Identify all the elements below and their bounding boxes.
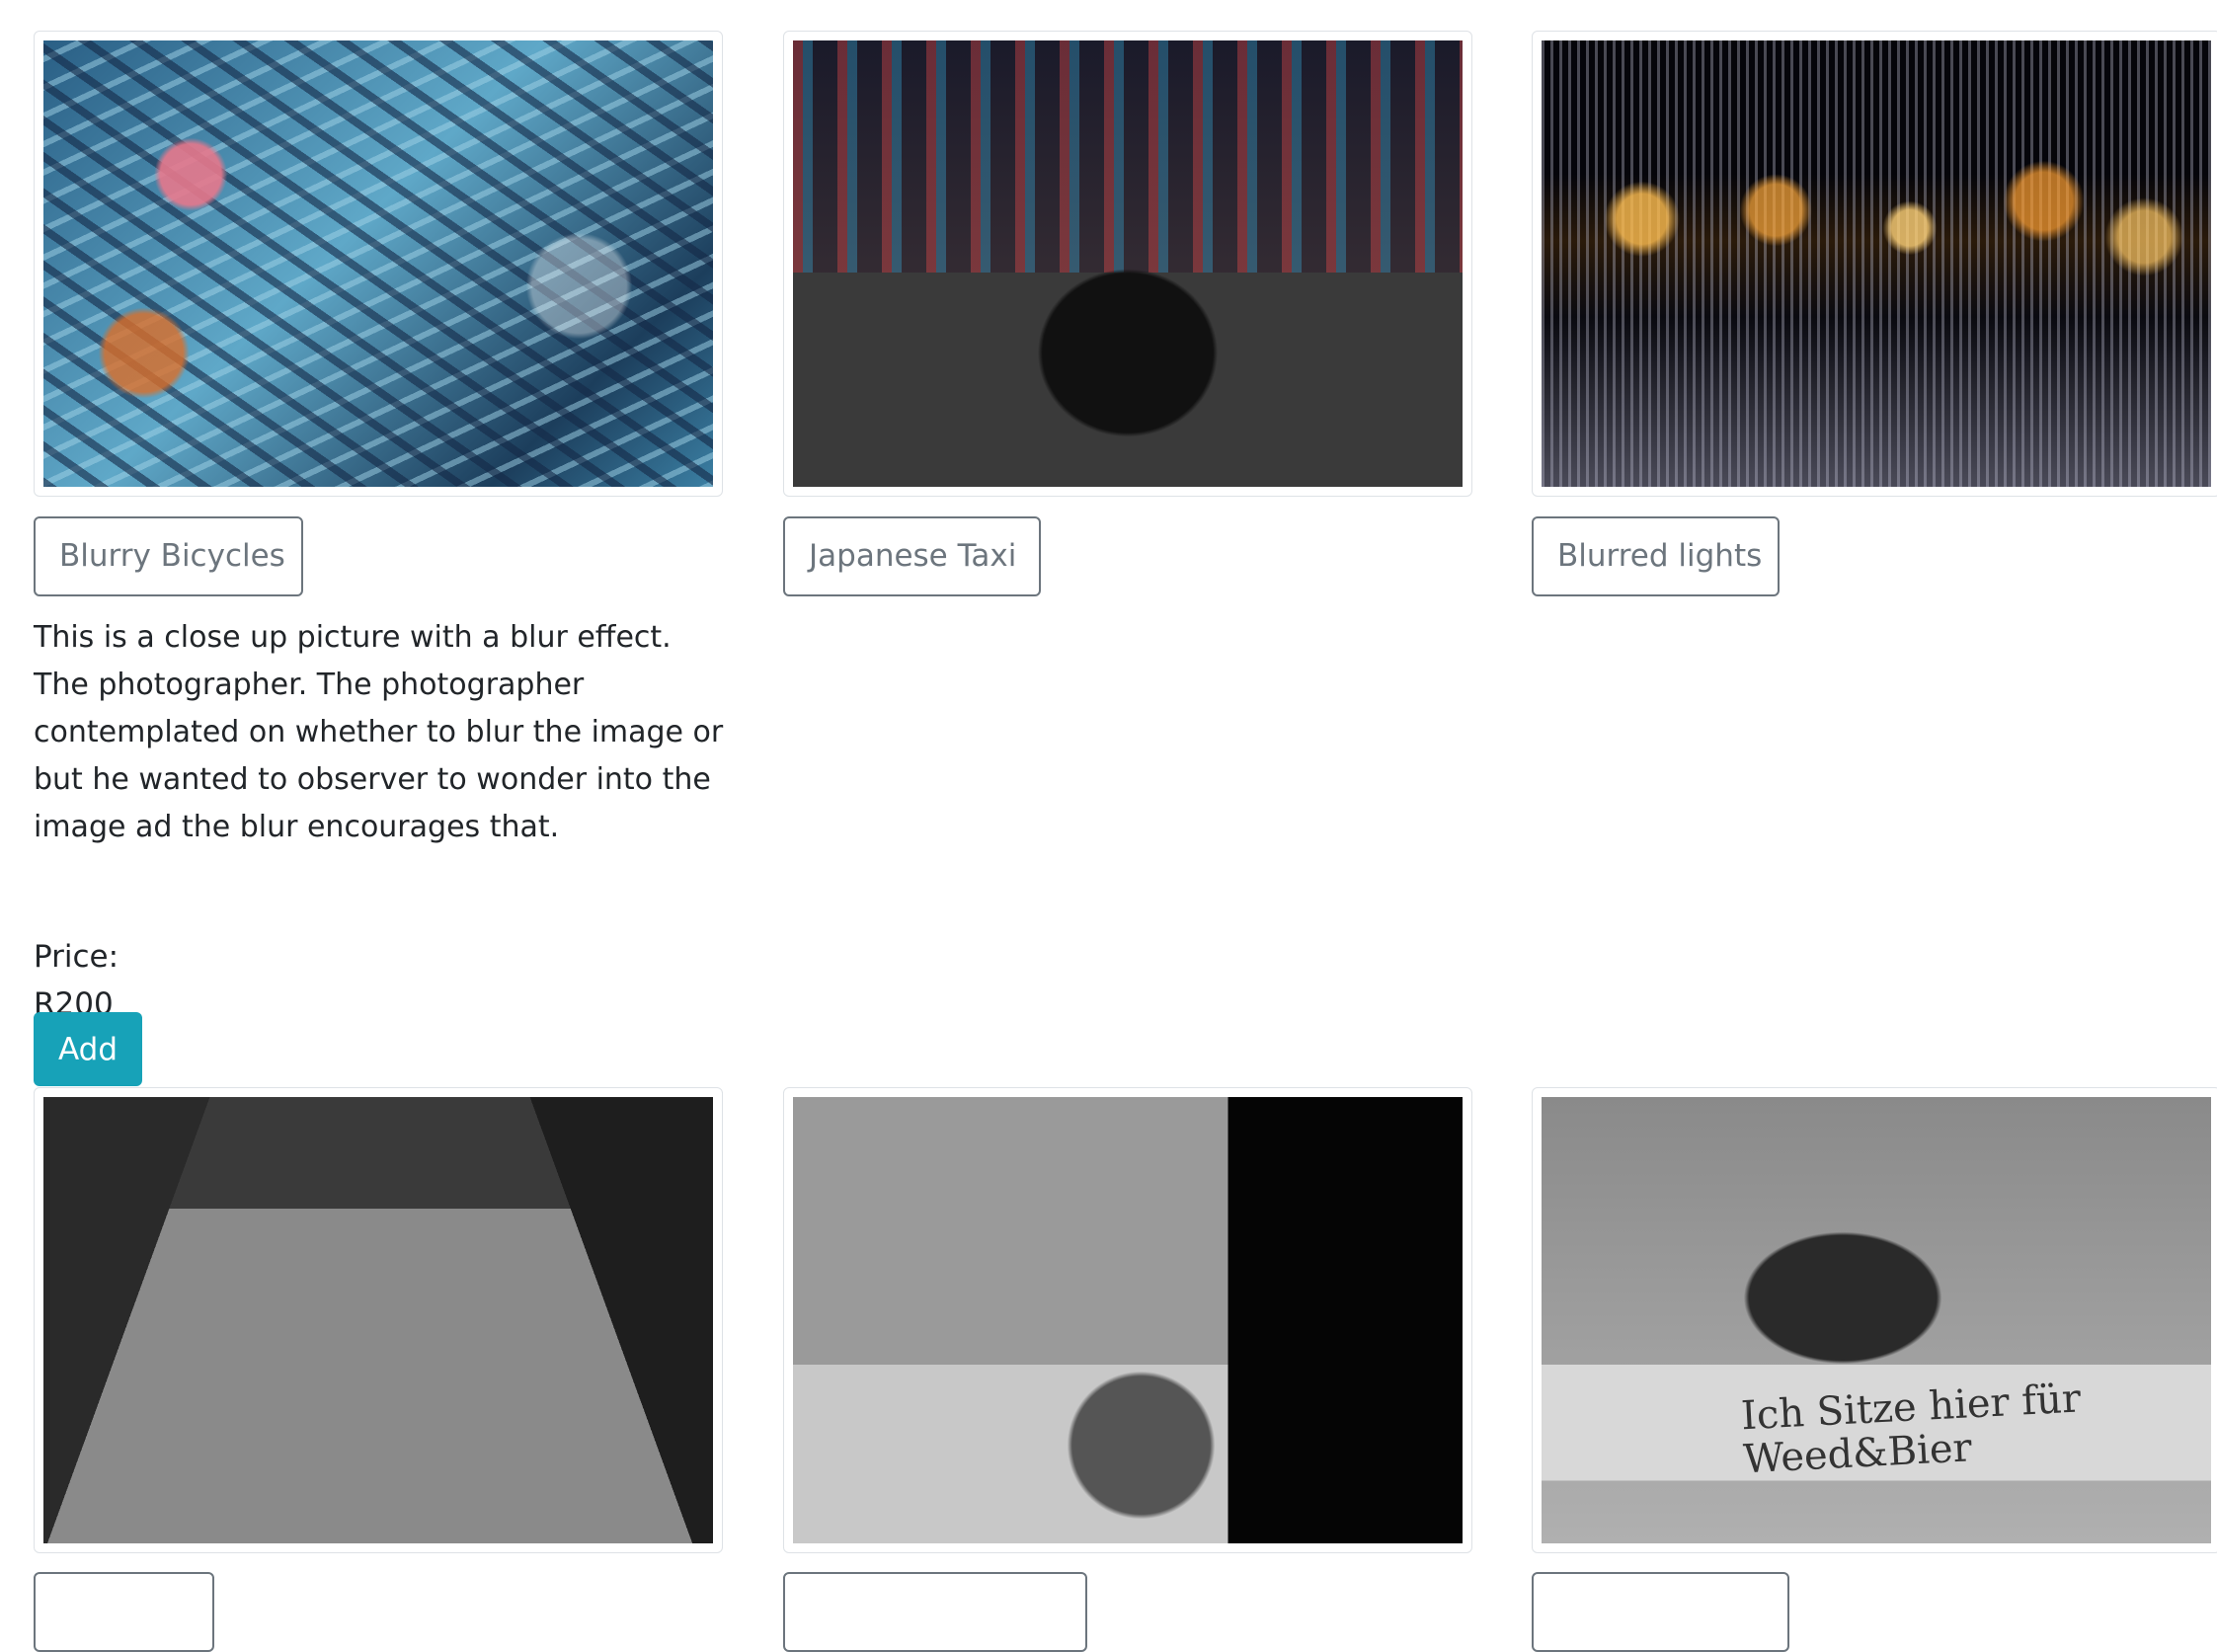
sign-text: Ich Sitze hier für Weed&Bier xyxy=(1740,1376,2083,1483)
title-button-japanese-taxi[interactable]: Japanese Taxi xyxy=(783,516,1041,596)
photo-description: This is a close up picture with a blur e… xyxy=(34,620,724,844)
title-button[interactable] xyxy=(34,1572,214,1652)
title-button[interactable] xyxy=(783,1572,1087,1652)
photo-thumbnail[interactable] xyxy=(34,31,723,497)
title-button-blurred-lights[interactable]: Blurred lights xyxy=(1532,516,1780,596)
photo-thumbnail[interactable] xyxy=(783,1087,1472,1553)
taxi-image xyxy=(793,40,1463,487)
photo-thumbnail[interactable]: Ich Sitze hier für Weed&Bier xyxy=(1532,1087,2217,1553)
lights-image xyxy=(1542,40,2211,487)
man-image: Ich Sitze hier für Weed&Bier xyxy=(1542,1097,2211,1543)
photo-thumbnail[interactable] xyxy=(783,31,1472,497)
title-button-blurry-bicycles[interactable]: Blurry Bicycles xyxy=(34,516,303,596)
road-image xyxy=(43,1097,713,1543)
add-button[interactable]: Add xyxy=(34,1012,142,1086)
photo-thumbnail[interactable] xyxy=(1532,31,2217,497)
woman-image xyxy=(793,1097,1463,1543)
title-button[interactable] xyxy=(1532,1572,1789,1652)
photo-thumbnail[interactable] xyxy=(34,1087,723,1553)
bicycles-image xyxy=(43,40,713,487)
